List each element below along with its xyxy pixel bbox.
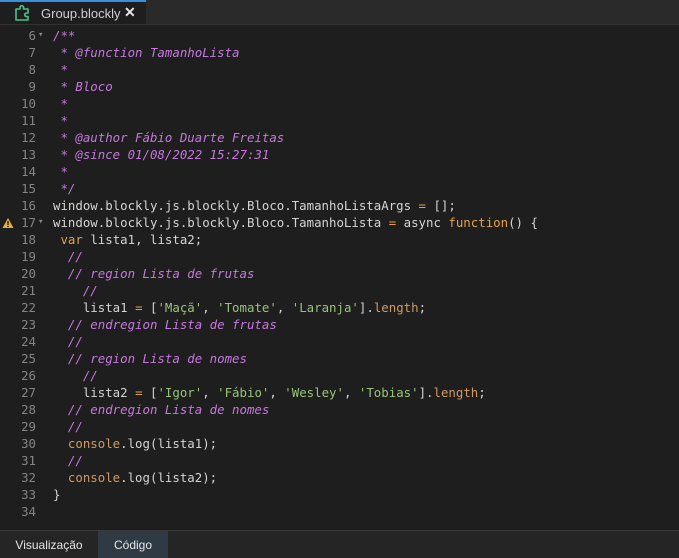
puzzle-piece-icon (13, 4, 31, 22)
line-number: 28 (21, 402, 36, 417)
code-text: // region Lista de nomes (53, 351, 247, 366)
line-number: 12 (21, 130, 36, 145)
code-text: * (53, 62, 68, 77)
bottom-tab-bar: Visualização Código (0, 530, 679, 558)
code-text: // (53, 368, 98, 383)
code-line[interactable]: 30 console.log(lista1); (0, 435, 679, 452)
code-line[interactable]: 13 * @since 01/08/2022 15:27:31 (0, 146, 679, 163)
code-line[interactable]: 15 */ (0, 180, 679, 197)
code-line[interactable]: 8 * (0, 61, 679, 78)
tab-title: Group.blockly (41, 6, 121, 21)
line-number: 25 (21, 351, 36, 366)
tab-visualizacao[interactable]: Visualização (0, 531, 98, 558)
line-number: 8 (28, 62, 36, 77)
tab-bar: Group.blockly ✕ (0, 0, 679, 25)
line-number: 10 (21, 96, 36, 111)
code-text: // (53, 453, 83, 468)
code-text: // endregion Lista de frutas (53, 317, 277, 332)
code-text: * (53, 113, 68, 128)
code-line[interactable]: 20 // region Lista de frutas (0, 265, 679, 282)
line-number: 27 (21, 385, 36, 400)
code-line[interactable]: 18 var lista1, lista2; (0, 231, 679, 248)
line-number: 34 (21, 504, 36, 519)
code-line[interactable]: 14 * (0, 163, 679, 180)
line-number: 30 (21, 436, 36, 451)
code-line[interactable]: 9 * Bloco (0, 78, 679, 95)
code-text: // region Lista de frutas (53, 266, 255, 281)
code-text: // endregion Lista de nomes (53, 402, 270, 417)
line-number: 9 (28, 79, 36, 94)
code-line[interactable]: 7 * @function TamanhoLista (0, 44, 679, 61)
close-icon[interactable]: ✕ (124, 4, 136, 21)
code-line[interactable]: 27 lista2 = ['Igor', 'Fábio', 'Wesley', … (0, 384, 679, 401)
code-line[interactable]: 28 // endregion Lista de nomes (0, 401, 679, 418)
code-text: // (53, 249, 83, 264)
line-number: 21 (21, 283, 36, 298)
code-text: } (53, 487, 61, 502)
warning-triangle-icon[interactable] (2, 216, 14, 228)
code-text: */ (53, 181, 76, 196)
code-line[interactable]: 34 (0, 503, 679, 520)
code-text: window.blockly.js.blockly.Bloco.TamanhoL… (53, 198, 456, 213)
line-number: 32 (21, 470, 36, 485)
line-number: 23 (21, 317, 36, 332)
line-number: 19 (21, 249, 36, 264)
line-number: 20 (21, 266, 36, 281)
code-text: window.blockly.js.blockly.Bloco.TamanhoL… (53, 215, 538, 230)
code-text: * @function TamanhoLista (53, 45, 240, 60)
line-number: 29 (21, 419, 36, 434)
line-number: 14 (21, 164, 36, 179)
code-line[interactable]: 23 // endregion Lista de frutas (0, 316, 679, 333)
code-line[interactable]: 17 ▾ window.blockly.js.blockly.Bloco.Taman… (0, 214, 679, 231)
tab-group-blockly[interactable]: Group.blockly ✕ (0, 0, 146, 24)
line-number: 11 (21, 113, 36, 128)
code-text: * @since 01/08/2022 15:27:31 (53, 147, 270, 162)
code-text: * @author Fábio Duarte Freitas (53, 130, 285, 145)
line-number: 7 (28, 45, 36, 60)
code-line[interactable]: 26 // (0, 367, 679, 384)
line-number: 24 (21, 334, 36, 349)
code-text: * Bloco (53, 79, 113, 94)
code-line[interactable]: 19 // (0, 248, 679, 265)
code-editor[interactable]: 6 ▾/** 7 * @function TamanhoLista 8 * 9 * Bl… (0, 25, 679, 530)
tab-codigo[interactable]: Código (98, 531, 168, 558)
chevron-down-icon[interactable]: ▾ (38, 27, 43, 44)
code-line[interactable]: 12 * @author Fábio Duarte Freitas (0, 129, 679, 146)
code-line[interactable]: 16 window.blockly.js.blockly.Bloco.Tamanh… (0, 197, 679, 214)
code-text: * (53, 164, 68, 179)
code-text: console.log(lista2); (67, 470, 218, 485)
code-text: /** (53, 28, 76, 43)
code-line[interactable]: 21 // (0, 282, 679, 299)
code-line[interactable]: 31 // (0, 452, 679, 469)
chevron-down-icon[interactable]: ▾ (38, 214, 43, 231)
line-number: 18 (21, 232, 36, 247)
line-number: 13 (21, 147, 36, 162)
code-text: * (53, 96, 68, 111)
code-text: // (53, 334, 83, 349)
line-number: 33 (21, 487, 36, 502)
code-line[interactable]: 29 // (0, 418, 679, 435)
code-line[interactable]: 11 * (0, 112, 679, 129)
code-line[interactable]: 25 // region Lista de nomes (0, 350, 679, 367)
line-number: 15 (21, 181, 36, 196)
code-line[interactable]: 10 * (0, 95, 679, 112)
line-number: 31 (21, 453, 36, 468)
code-line[interactable]: 6 ▾ /** (0, 27, 679, 44)
code-line[interactable]: 24 // (0, 333, 679, 350)
line-number: 26 (21, 368, 36, 383)
code-text: // (53, 283, 98, 298)
code-text: // (53, 419, 83, 434)
code-text: lista1 = ['Maçã', 'Tomate', 'Laranja'].l… (53, 300, 427, 315)
line-number: 17 (21, 215, 36, 230)
code-line[interactable]: 22 lista1 = ['Maçã', 'Tomate', 'Laranja'… (0, 299, 679, 316)
code-text: lista2 = ['Igor', 'Fábio', 'Wesley', 'To… (53, 385, 486, 400)
line-number: 22 (21, 300, 36, 315)
code-line[interactable]: 32 console.log(lista2); (0, 469, 679, 486)
line-number: 16 (21, 198, 36, 213)
code-line[interactable]: 33} (0, 486, 679, 503)
line-number: 6 (28, 28, 36, 43)
code-text: console.log(lista1); (67, 436, 218, 451)
code-text: var lista1, lista2; (60, 232, 203, 247)
